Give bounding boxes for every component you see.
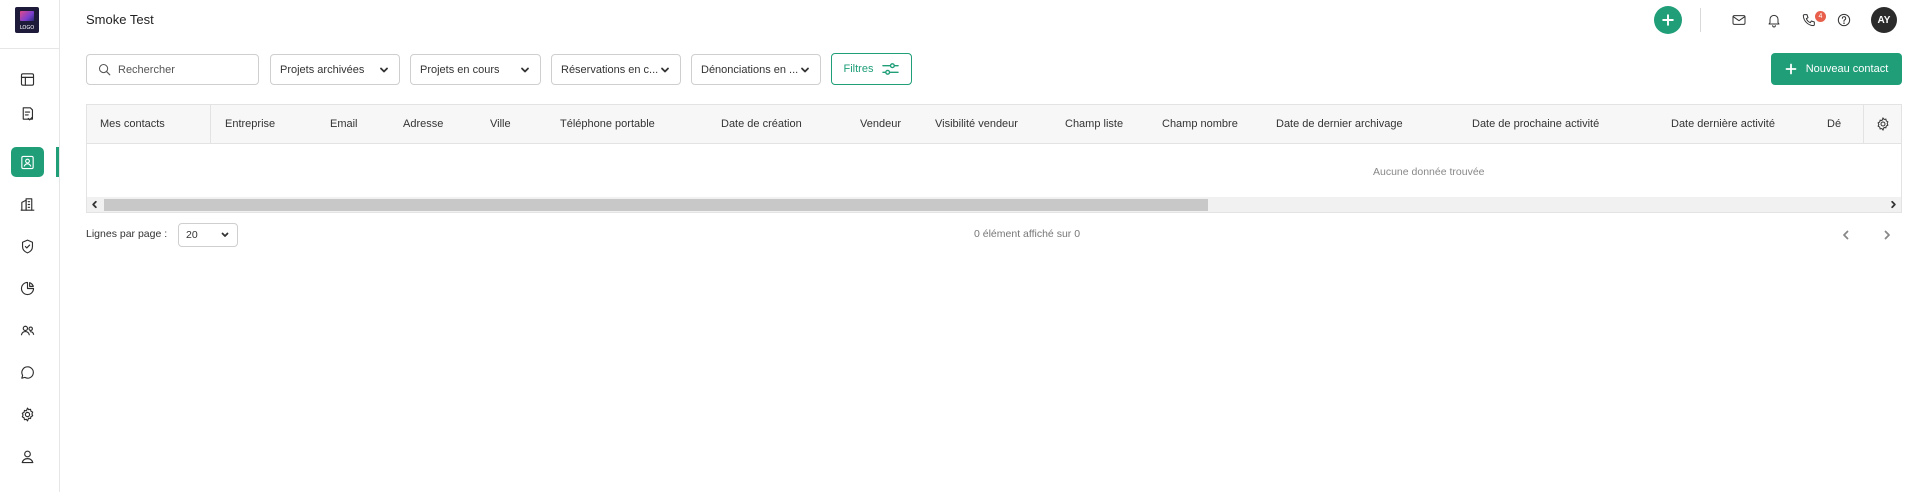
mail-button[interactable] (1729, 10, 1749, 30)
horizontal-scrollbar[interactable] (87, 197, 1901, 212)
plus-icon (1785, 63, 1797, 75)
sidebar-item-statistics[interactable] (11, 273, 44, 303)
chevron-down-icon (221, 232, 229, 237)
users-icon (20, 325, 35, 335)
sliders-icon (882, 63, 900, 75)
table-header: Mes contacts Entreprise Email Adresse Vi… (87, 105, 1901, 144)
chat-bubble-icon (21, 365, 34, 379)
notifications-button[interactable] (1764, 10, 1784, 30)
sidebar-item-messages[interactable] (11, 357, 44, 387)
chevron-right-icon (1891, 200, 1896, 209)
active-indicator (56, 147, 59, 177)
chevron-left-icon (92, 200, 97, 209)
column-header-truncated[interactable]: Dé (1827, 105, 1841, 143)
column-header-mobile-phone[interactable]: Téléphone portable (560, 105, 655, 143)
pie-chart-icon (20, 281, 35, 295)
scroll-right-button[interactable] (1886, 197, 1901, 212)
empty-message: Aucune donnée trouvée (1373, 166, 1485, 178)
clipboard-icon (22, 106, 34, 120)
column-header-email[interactable]: Email (330, 105, 358, 143)
filters-button[interactable]: Filtres (831, 53, 912, 85)
search-box[interactable] (86, 54, 259, 85)
chevron-down-icon (801, 67, 809, 72)
previous-page-button[interactable] (1836, 225, 1856, 245)
pagination-count: 0 élément affiché sur 0 (974, 228, 1081, 240)
rows-per-page-value: 20 (186, 229, 198, 241)
sidebar-item-profile[interactable] (11, 441, 44, 471)
chevron-down-icon (380, 67, 388, 72)
filter-label: Projets en cours (420, 63, 500, 76)
column-header-city[interactable]: Ville (490, 105, 511, 143)
help-icon (1837, 13, 1851, 27)
scrollbar-thumb[interactable] (104, 199, 1208, 211)
contacts-table: Mes contacts Entreprise Email Adresse Vi… (86, 104, 1902, 213)
new-contact-button[interactable]: Nouveau contact (1771, 53, 1902, 85)
filter-archived-projects[interactable]: Projets archivées (270, 54, 400, 85)
search-input[interactable] (118, 63, 248, 76)
sidebar-item-users[interactable] (11, 315, 44, 345)
column-header-last-archive-date[interactable]: Date de dernier archivage (1276, 105, 1403, 143)
gear-icon (21, 407, 34, 421)
layout-icon (20, 72, 35, 86)
rows-per-page-label: Lignes par page : (86, 228, 168, 240)
mail-icon (1732, 15, 1746, 25)
column-header-address[interactable]: Adresse (403, 105, 443, 143)
bell-icon (1768, 14, 1780, 28)
column-header-my-contacts[interactable]: Mes contacts (87, 105, 211, 143)
filter-denunciations[interactable]: Dénonciations en ... (691, 54, 821, 85)
logo-mark (20, 11, 34, 21)
search-icon (98, 63, 111, 76)
sidebar-item-tasks[interactable] (11, 98, 44, 128)
app-logo[interactable]: LOGO (15, 7, 39, 33)
sidebar-item-buildings[interactable] (11, 189, 44, 219)
scroll-left-button[interactable] (87, 197, 102, 212)
column-header-next-activity-date[interactable]: Date de prochaine activité (1472, 105, 1599, 143)
chevron-down-icon (661, 67, 669, 72)
sidebar-item-contacts[interactable] (11, 147, 44, 177)
empty-state: Aucune donnée trouvée (87, 144, 1901, 199)
chevron-down-icon (521, 67, 529, 72)
contact-card-icon (21, 155, 34, 169)
filter-label: Projets archivées (280, 63, 365, 76)
filter-current-projects[interactable]: Projets en cours (410, 54, 541, 85)
filters-button-label: Filtres (843, 63, 874, 75)
notification-badge: 4 (1815, 11, 1826, 22)
column-header-list-field[interactable]: Champ liste (1065, 105, 1123, 143)
sidebar-divider (0, 48, 59, 49)
sidebar-item-settings[interactable] (11, 399, 44, 429)
shield-check-icon (21, 239, 34, 253)
column-header-number-field[interactable]: Champ nombre (1162, 105, 1238, 143)
new-contact-label: Nouveau contact (1805, 63, 1889, 75)
gear-icon (1877, 116, 1888, 132)
avatar[interactable]: AY (1871, 7, 1897, 33)
header-divider (1700, 8, 1701, 32)
sidebar-item-dashboard[interactable] (11, 64, 44, 94)
column-header-seller[interactable]: Vendeur (860, 105, 901, 143)
chevron-right-icon (1884, 230, 1890, 240)
user-icon (21, 450, 34, 463)
page-title: Smoke Test (86, 12, 154, 27)
column-header-last-activity-date[interactable]: Date dernière activité (1671, 105, 1775, 143)
filter-label: Réservations en c... (561, 63, 659, 76)
logo-text: LOGO (19, 25, 35, 31)
sidebar-item-security[interactable] (11, 231, 44, 261)
filter-label: Dénonciations en ... (701, 63, 799, 76)
plus-icon (1662, 14, 1674, 26)
rows-per-page-select[interactable]: 20 (178, 223, 238, 247)
column-header-company[interactable]: Entreprise (225, 105, 275, 143)
next-page-button[interactable] (1877, 225, 1897, 245)
buildings-icon (20, 197, 35, 211)
help-button[interactable] (1834, 10, 1854, 30)
column-settings-button[interactable] (1863, 105, 1901, 143)
column-header-seller-visibility[interactable]: Visibilité vendeur (935, 105, 1018, 143)
quick-add-button[interactable] (1654, 6, 1682, 34)
column-header-creation-date[interactable]: Date de création (721, 105, 802, 143)
chevron-left-icon (1843, 230, 1849, 240)
sidebar: LOGO (0, 0, 60, 492)
filter-reservations[interactable]: Réservations en c... (551, 54, 681, 85)
app-root: LOGO Smoke Test 4 AY Rechercher Projets … (0, 0, 1913, 492)
